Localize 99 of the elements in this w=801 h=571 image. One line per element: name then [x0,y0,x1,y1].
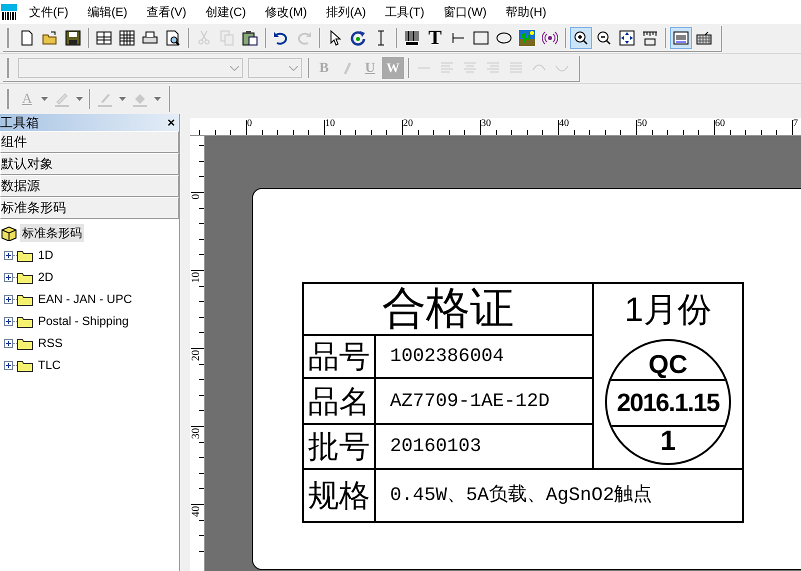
expand-icon[interactable] [4,338,13,348]
zoom-in-button[interactable] [570,27,592,49]
rotate-icon [350,30,366,46]
field-value: 0.45W、5A负载、AgSnO2触点 [389,483,654,508]
picture-icon [519,30,535,46]
rfid-signal-icon [542,30,558,46]
ruler-number: 10 [325,119,335,129]
printer-icon [142,30,158,46]
tree-item[interactable]: EAN - JAN - UPC [38,290,132,308]
table-icon [96,30,112,46]
keyboard-icon [696,30,712,46]
month-text: 1月份 [624,290,712,331]
caret-icon[interactable] [41,97,48,101]
menu-item[interactable]: 排列(A) [320,3,372,21]
copy-icon [219,30,235,46]
ruler-number: 50 [637,119,647,129]
menu-item[interactable]: 帮助(H) [500,3,552,21]
pen-color-icon [97,91,113,107]
ruler-number: 30 [481,119,491,129]
new-document-icon [19,30,35,46]
folder-icon [17,270,33,284]
tree-item[interactable]: 2D [38,268,54,286]
folder-icon [17,358,33,372]
tree-item[interactable]: RSS [38,334,63,352]
toolbox-section-header[interactable]: 默认对象 [0,153,179,175]
tree-item[interactable]: 1D [38,246,54,264]
toolbox-section-header[interactable]: 标准条形码 [0,197,179,219]
ruler-number: 30 [191,428,202,439]
close-button[interactable]: × [167,116,175,129]
rectangle-icon [473,30,489,46]
field-label: 品号 [304,336,376,379]
folder-icon [17,292,33,306]
stamp-date: 2016.1.15 [607,381,729,427]
fit-page-icon [619,30,635,46]
ruler-number: 0 [247,119,252,129]
menu-item[interactable]: 创建(C) [199,3,252,21]
text-tool-button[interactable]: T [424,27,446,49]
grid-icon [119,30,135,46]
folder-icon [42,30,58,46]
menu-item[interactable]: 文件(F) [23,3,74,21]
line-tool-icon [450,30,466,46]
label-paper[interactable]: 合格证 1月份 品号 1002386004 QC 2016.1.15 1 品名 AZ7709-1AE-12D 批号 20160103 规格 0.45W、5A负载、AgSnO2触点 [252,188,801,570]
expand-icon[interactable] [4,316,13,326]
ruler-number: 20 [403,119,413,129]
toolbox-section-header[interactable]: 组件 [0,131,179,153]
tree-item[interactable]: 标准条形码 [20,224,84,242]
ruler-number: 10 [191,272,202,283]
ellipse-icon [496,30,512,46]
stamp-text: QC [607,341,729,381]
redo-arrow-icon [296,30,312,46]
folder-icon [17,336,33,350]
toolbox-section-header[interactable]: 数据源 [0,175,179,197]
print-preview-icon [165,30,181,46]
ruler-number: 0 [191,194,202,200]
monitor-button[interactable] [670,27,692,49]
ruler-number: 40 [191,506,202,517]
caret-icon[interactable] [154,97,161,101]
highlighter-icon [54,91,70,107]
field-value: AZ7709-1AE-12D [376,379,594,425]
field-label: 批号 [304,425,376,470]
menu-item[interactable]: 工具(T) [379,3,430,21]
field-label: 品名 [304,379,376,425]
menu-item[interactable]: 窗口(W) [437,3,493,21]
panel-title: 工具箱 [0,114,39,132]
caret-icon[interactable] [119,97,126,101]
paint-bucket-icon [132,91,148,107]
zoom-in-icon [573,30,589,46]
expand-icon[interactable] [4,250,13,260]
barcode-icon [404,30,420,46]
ruler-number: 60 [715,119,725,129]
monitor-icon [673,30,689,46]
picture-button[interactable] [516,27,538,49]
horizontal-line-icon [418,67,430,69]
zoom-out-icon [596,30,612,46]
app-logo-icon [1,4,17,20]
ruler-number: 40 [559,119,569,129]
folder-icon [17,248,33,262]
scissors-icon [196,30,212,46]
menu-item[interactable]: 修改(M) [259,3,313,21]
ruler-icon [642,30,658,46]
tree-item[interactable]: Postal - Shipping [38,312,129,330]
field-value: 1002386004 [376,336,594,379]
expand-icon[interactable] [4,272,13,282]
field-value: 20160103 [376,425,594,470]
certificate-title: 合格证 [304,284,594,336]
caret-icon[interactable] [76,97,83,101]
menu-item[interactable]: 编辑(E) [81,3,134,21]
folder-icon [17,314,33,328]
package-icon [1,225,17,241]
menu-item[interactable]: 查看(V) [140,3,192,21]
stamp-text: 1 [659,427,677,458]
ruler-number: 20 [191,350,202,361]
field-label: 规格 [304,470,376,521]
undo-arrow-icon [273,30,289,46]
ruler-number: 7 [793,119,798,129]
tree-item[interactable]: TLC [38,356,61,374]
expand-icon[interactable] [4,360,13,370]
expand-icon[interactable] [4,294,13,304]
clipboard-icon [242,30,258,46]
